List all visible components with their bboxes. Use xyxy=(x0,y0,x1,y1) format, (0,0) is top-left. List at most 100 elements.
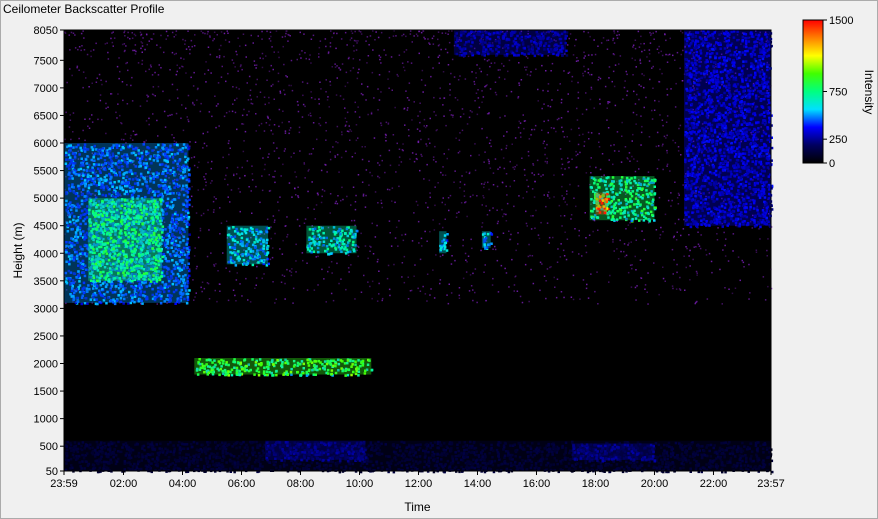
noise-dot xyxy=(226,30,228,32)
noise-dot xyxy=(268,37,271,40)
noise-dot xyxy=(146,43,148,46)
noise-dot xyxy=(279,248,281,250)
noise-dot xyxy=(665,137,667,139)
noise-dot xyxy=(356,42,358,44)
noise-dot xyxy=(209,35,211,37)
noise-dot xyxy=(527,255,530,258)
noise-dot xyxy=(290,84,292,87)
noise-dot xyxy=(551,99,553,101)
noise-dot xyxy=(229,201,231,203)
noise-dot xyxy=(270,35,272,38)
noise-dot xyxy=(629,160,631,162)
noise-dot xyxy=(359,31,362,33)
noise-dot xyxy=(587,297,590,299)
noise-dot xyxy=(239,191,241,193)
noise-dot xyxy=(509,160,511,163)
noise-dot xyxy=(69,114,71,116)
noise-dot xyxy=(444,48,447,50)
noise-dot xyxy=(652,65,654,68)
noise-dot xyxy=(516,290,519,292)
noise-dot xyxy=(485,85,487,87)
noise-dot xyxy=(193,255,196,257)
noise-dot xyxy=(272,142,275,144)
noise-dot xyxy=(563,197,565,199)
noise-dot xyxy=(181,104,183,106)
noise-dot xyxy=(281,274,284,276)
noise-dot xyxy=(426,300,428,302)
noise-dot xyxy=(119,114,121,117)
noise-dot xyxy=(210,72,212,74)
noise-dot xyxy=(340,278,342,280)
noise-dot xyxy=(638,84,640,86)
noise-dot xyxy=(344,117,347,119)
noise-dot xyxy=(268,174,270,176)
noise-dot xyxy=(88,86,90,88)
noise-dot xyxy=(371,174,373,177)
noise-dot xyxy=(651,109,653,112)
noise-dot xyxy=(581,255,583,257)
noise-dot xyxy=(69,119,72,121)
noise-dot xyxy=(278,209,280,212)
noise-dot xyxy=(556,278,559,280)
noise-dot xyxy=(676,197,679,199)
noise-dot xyxy=(295,194,297,196)
noise-dot xyxy=(424,84,427,87)
noise-dot xyxy=(319,40,322,42)
noise-dot xyxy=(662,143,664,146)
noise-dot xyxy=(281,253,284,255)
noise-dot xyxy=(539,261,542,264)
noise-dot xyxy=(578,253,580,255)
noise-dot xyxy=(310,91,312,93)
noise-dot xyxy=(384,136,387,139)
noise-dot xyxy=(635,239,637,241)
feature-fill xyxy=(265,440,366,460)
noise-dot xyxy=(526,179,528,181)
noise-dot xyxy=(632,111,635,114)
noise-dot xyxy=(566,238,569,240)
noise-dot xyxy=(354,208,357,211)
noise-dot xyxy=(630,286,633,288)
noise-dot xyxy=(478,67,481,70)
noise-dot xyxy=(397,75,399,77)
noise-dot xyxy=(724,244,726,247)
noise-dot xyxy=(344,31,347,34)
noise-dot xyxy=(234,111,237,114)
noise-dot xyxy=(408,135,410,137)
noise-dot xyxy=(371,222,373,225)
noise-dot xyxy=(235,50,237,53)
noise-dot xyxy=(72,131,74,133)
noise-dot xyxy=(199,227,202,230)
noise-dot xyxy=(447,197,450,199)
noise-dot xyxy=(689,249,691,252)
noise-dot xyxy=(415,33,418,35)
noise-dot xyxy=(92,49,95,51)
noise-dot xyxy=(539,289,541,292)
noise-dot xyxy=(218,125,220,127)
noise-dot xyxy=(566,136,568,138)
noise-dot xyxy=(589,35,591,38)
noise-dot xyxy=(524,66,526,68)
noise-dot xyxy=(289,35,291,37)
noise-dot xyxy=(253,60,256,62)
noise-dot xyxy=(524,174,526,176)
noise-dot xyxy=(566,190,568,192)
noise-dot xyxy=(480,70,482,73)
noise-dot xyxy=(613,32,616,34)
noise-dot xyxy=(269,31,272,33)
noise-dot xyxy=(508,59,511,62)
noise-dot xyxy=(677,192,680,195)
noise-dot xyxy=(416,35,419,37)
noise-dot xyxy=(711,271,713,274)
noise-dot xyxy=(457,79,460,81)
noise-dot xyxy=(520,79,523,81)
noise-dot xyxy=(515,249,517,252)
noise-dot xyxy=(728,288,730,290)
noise-dot xyxy=(349,70,352,72)
noise-dot xyxy=(567,161,569,164)
noise-dot xyxy=(488,209,491,212)
noise-dot xyxy=(214,95,216,97)
noise-dot xyxy=(568,37,570,40)
noise-dot xyxy=(572,54,575,56)
noise-dot xyxy=(189,141,191,143)
noise-dot xyxy=(325,139,327,141)
